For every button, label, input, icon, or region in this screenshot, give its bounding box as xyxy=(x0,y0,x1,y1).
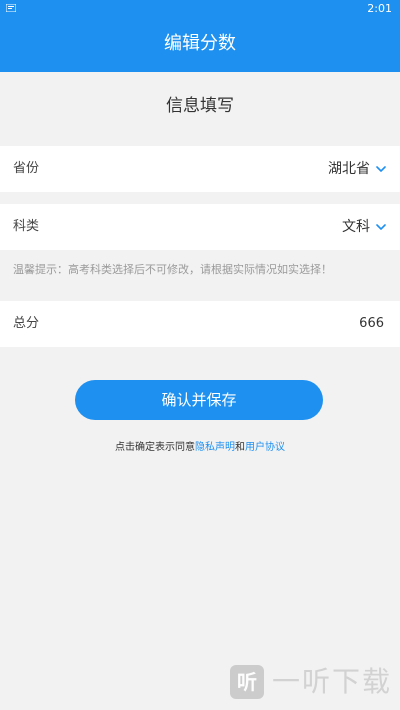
total-score-row[interactable]: 总分 666 xyxy=(0,301,400,347)
subject-hint: 温馨提示：高考科类选择后不可修改，请根据实际情况如实选择！ xyxy=(13,263,332,276)
total-score-label: 总分 xyxy=(13,316,40,331)
page-title: 编辑分数 xyxy=(164,33,236,54)
total-score-value[interactable]: 666 xyxy=(359,314,384,334)
agreement-prefix: 点击确定表示同意 xyxy=(115,442,195,453)
watermark: 听 一听下载 xyxy=(229,662,392,702)
subject-row[interactable]: 科类 文科 xyxy=(0,204,400,250)
subject-label: 科类 xyxy=(13,219,40,234)
confirm-save-button[interactable]: 确认并保存 xyxy=(75,380,323,420)
privacy-policy-link[interactable]: 隐私声明 xyxy=(195,442,235,453)
status-time: 2:01 xyxy=(367,2,392,15)
province-value[interactable]: 湖北省 xyxy=(328,159,370,179)
subject-value[interactable]: 文科 xyxy=(342,217,370,237)
user-agreement-link[interactable]: 用户协议 xyxy=(245,442,285,453)
app-bar: 编辑分数 xyxy=(0,18,400,72)
agreement-conjunction: 和 xyxy=(235,442,245,453)
notification-icon xyxy=(6,4,16,12)
agreement-text: 点击确定表示同意隐私声明和用户协议 xyxy=(0,441,400,455)
chevron-down-icon[interactable] xyxy=(376,224,386,231)
chevron-down-icon[interactable] xyxy=(376,166,386,173)
watermark-text: 一听下载 xyxy=(271,665,392,698)
section-title: 信息填写 xyxy=(166,96,234,116)
watermark-logo: 听 xyxy=(229,665,264,699)
status-bar: 2:01 xyxy=(0,0,400,18)
province-row[interactable]: 省份 湖北省 xyxy=(0,146,400,192)
province-label: 省份 xyxy=(13,161,40,176)
